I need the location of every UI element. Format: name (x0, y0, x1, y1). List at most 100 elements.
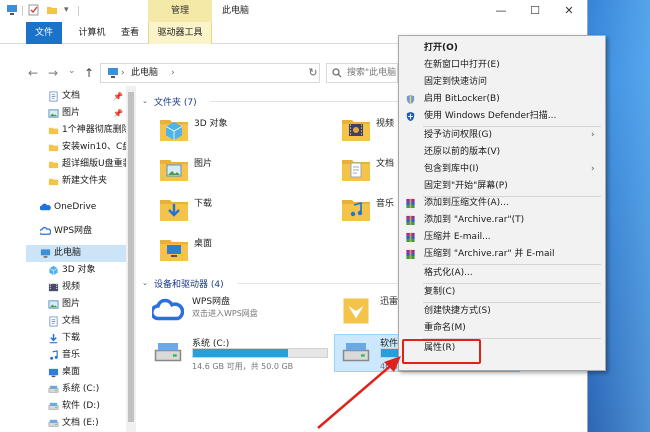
folder-tile[interactable]: 3D 对象 (158, 114, 308, 148)
nav-item-picture[interactable]: 图片 (0, 296, 126, 313)
document-folder-icon (342, 160, 370, 181)
nav-item-drive[interactable]: 文档 (E:) (0, 415, 126, 432)
folders-group-header[interactable]: 文件夹 (7) (154, 95, 197, 108)
winrar-icon (406, 249, 415, 260)
folder-label: 图片 (194, 159, 213, 169)
folder-icon (48, 161, 59, 169)
maximize-button[interactable]: ☐ (518, 0, 552, 22)
nav-item-folder[interactable]: 超详细版U盘重装 (0, 156, 126, 173)
nav-item-folder[interactable]: 1个神器彻底删除 (0, 122, 126, 139)
tab-drive-tools[interactable]: 驱动器工具 (148, 22, 212, 44)
nav-item-drive[interactable]: 系统 (C:) (0, 381, 126, 398)
nav-item-label: 音乐 (62, 350, 81, 360)
nav-item-label: 软件 (D:) (62, 401, 100, 411)
nav-item-3d-objects[interactable]: 3D 对象 (0, 262, 126, 279)
back-button[interactable]: ← (28, 66, 38, 80)
menu-item[interactable]: 在新窗口中打开(E) (399, 57, 605, 74)
folder-tile[interactable]: 下载 (158, 194, 308, 228)
nav-item-video[interactable]: 视频 (0, 279, 126, 296)
nav-item-drive[interactable]: 软件 (D:) (0, 398, 126, 415)
wps-cloud-icon (152, 298, 184, 321)
menu-item[interactable]: 启用 BitLocker(B) (399, 91, 605, 108)
drive-tile[interactable]: WPS网盘 双击进入WPS网盘 (152, 294, 334, 330)
close-button[interactable]: ✕ (552, 0, 586, 22)
breadcrumb-separator[interactable]: › (171, 64, 175, 82)
menu-item-label: 还原以前的版本(V) (424, 147, 501, 157)
devices-group-header[interactable]: 设备和驱动器 (4) (154, 277, 224, 290)
quick-access-dropdown-icon[interactable]: ▾ (64, 4, 76, 16)
menu-item-label: 固定到快速访问 (424, 77, 488, 87)
folder-label: 音乐 (376, 199, 395, 209)
menu-item-label: 创建快捷方式(S) (424, 306, 491, 316)
recent-locations-button[interactable]: ⌄ (68, 66, 76, 76)
menu-item[interactable]: 固定到"开始"屏幕(P) (399, 178, 605, 195)
forward-button[interactable]: → (48, 66, 58, 80)
nav-item-onedrive[interactable]: OneDrive (0, 199, 126, 216)
nav-item-label: 安装win10、C盘 (62, 142, 126, 152)
menu-item[interactable]: 重命名(M) (399, 320, 605, 337)
folder-label: 3D 对象 (194, 119, 228, 129)
menu-item[interactable]: 压缩到 "Archive.rar" 并 E-mail (399, 246, 605, 263)
tab-file[interactable]: 文件 (26, 22, 62, 44)
nav-scrollbar-thumb[interactable] (128, 92, 134, 422)
3d-objects-icon (160, 120, 188, 141)
menu-item[interactable]: 添加到压缩文件(A)... (399, 195, 605, 212)
nav-item-document[interactable]: 文档 (0, 313, 126, 330)
nav-item-label: 系统 (C:) (62, 384, 100, 394)
menu-item[interactable]: 复制(C) (399, 284, 605, 301)
search-input[interactable]: 搜索"此电脑" (326, 63, 398, 83)
picture-folder-icon (160, 160, 188, 181)
separator (78, 6, 79, 16)
picture-icon (48, 300, 59, 309)
menu-item[interactable]: 打开(O) (399, 40, 605, 57)
collapse-chevron-icon[interactable]: ⌄ (142, 279, 148, 287)
minimize-button[interactable]: — (484, 0, 518, 22)
up-button[interactable]: ↑ (84, 66, 94, 80)
drive-usage-fill (193, 349, 288, 357)
tab-computer[interactable]: 计算机 (70, 22, 114, 44)
menu-item-label: 压缩到 "Archive.rar" 并 E-mail (424, 249, 555, 259)
nav-item-computer[interactable]: 此电脑 (0, 245, 126, 262)
nav-item-folder[interactable]: 新建文件夹 (0, 173, 126, 190)
folder-label: 下载 (194, 199, 213, 209)
breadcrumb-this-pc[interactable]: 此电脑 (131, 64, 158, 82)
folder-tile[interactable]: 图片 (158, 154, 308, 188)
menu-item[interactable]: 固定到快速访问 (399, 74, 605, 91)
new-folder-icon[interactable] (46, 4, 58, 16)
download-folder-icon (160, 200, 188, 221)
nav-item-document[interactable]: 文档 📌 (0, 88, 126, 105)
menu-item[interactable]: 授予访问权限(G) › (399, 127, 605, 144)
menu-item-label: 格式化(A)... (424, 268, 473, 278)
menu-item[interactable]: 压缩并 E-mail... (399, 229, 605, 246)
menu-item[interactable]: 包含到库中(I) › (399, 161, 605, 178)
properties-icon[interactable] (28, 4, 40, 16)
nav-item-desktop[interactable]: 桌面 (0, 364, 126, 381)
tab-view[interactable]: 查看 (116, 22, 144, 44)
menu-item[interactable]: 添加到 "Archive.rar"(T) (399, 212, 605, 229)
nav-item-download[interactable]: 下载 (0, 330, 126, 347)
nav-item-label: 3D 对象 (62, 265, 96, 275)
address-bar[interactable]: › 此电脑 › (100, 63, 320, 83)
nav-item-wps-cloud[interactable]: WPS网盘 (0, 223, 126, 240)
nav-item-folder[interactable]: 安装win10、C盘 (0, 139, 126, 156)
menu-item[interactable]: 使用 Windows Defender扫描... (399, 108, 605, 125)
breadcrumb-separator[interactable]: › (121, 64, 125, 82)
menu-item[interactable]: 还原以前的版本(V) (399, 144, 605, 161)
manage-contextual-tab[interactable]: 管理 (148, 0, 212, 22)
download-icon (49, 333, 58, 344)
menu-item[interactable]: 格式化(A)... (399, 265, 605, 282)
computer-icon[interactable] (6, 4, 18, 16)
drive-icon (342, 343, 370, 362)
nav-item-music[interactable]: 音乐 (0, 347, 126, 364)
menu-item-label: 使用 Windows Defender扫描... (424, 111, 557, 121)
refresh-button[interactable]: ↻ (304, 65, 322, 81)
video-icon (48, 283, 59, 292)
menu-item[interactable]: 创建快捷方式(S) (399, 303, 605, 320)
collapse-chevron-icon[interactable]: ⌄ (142, 97, 148, 105)
folder-tile[interactable]: 桌面 (158, 234, 308, 268)
search-icon (332, 68, 342, 78)
menu-item-label: 压缩并 E-mail... (424, 232, 491, 242)
nav-item-picture[interactable]: 图片 📌 (0, 105, 126, 122)
folder-label: 桌面 (194, 239, 213, 249)
drive-tile[interactable]: 系统 (C:) 14.6 GB 可用，共 50.0 GB (152, 336, 334, 372)
